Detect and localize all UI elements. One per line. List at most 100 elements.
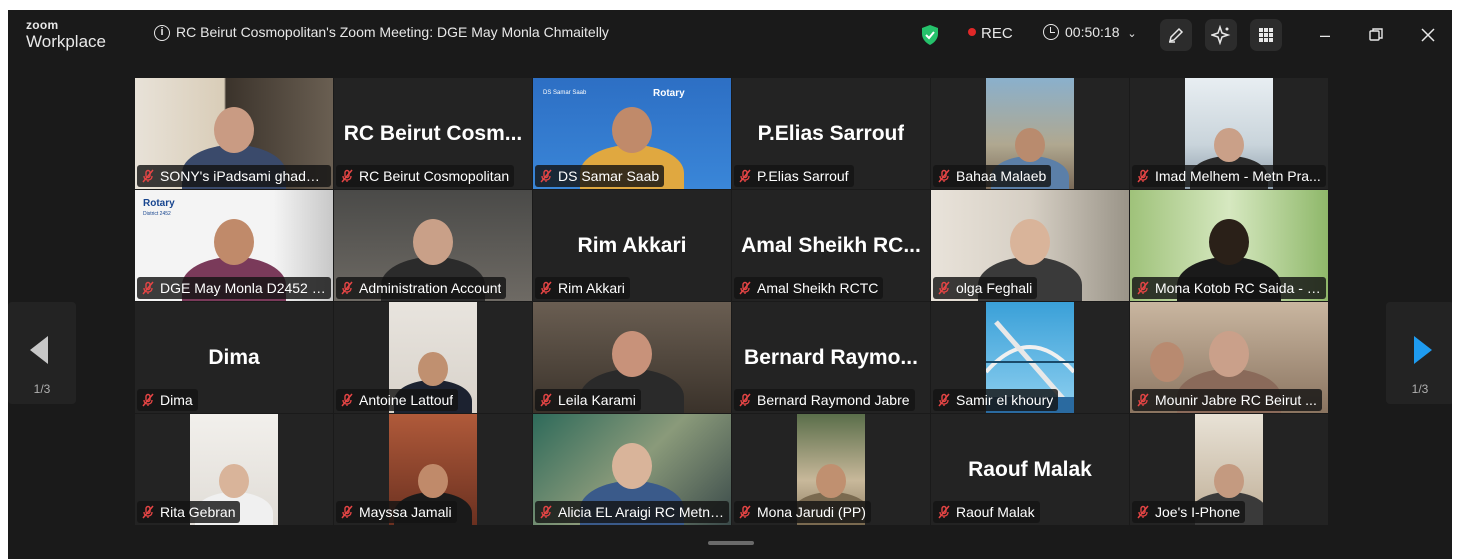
participant-name-tag: Leila Karami: [535, 389, 641, 411]
muted-mic-icon: [938, 281, 950, 295]
participant-tile[interactable]: Rita Gebran: [135, 414, 333, 525]
participant-name-tag: P.Elias Sarrouf: [734, 165, 854, 187]
participant-tile[interactable]: Mona Jarudi (PP): [732, 414, 930, 525]
participant-tile[interactable]: Rim Akkari Rim Akkari: [533, 190, 731, 301]
info-icon[interactable]: i: [154, 25, 170, 41]
muted-mic-icon: [938, 393, 950, 407]
next-page-button[interactable]: 1/3: [1386, 302, 1452, 404]
ai-companion-button[interactable]: [1205, 19, 1237, 51]
participant-name-tag: DS Samar Saab: [535, 165, 665, 187]
participant-name-tag: Raouf Malak: [933, 501, 1040, 523]
participant-name: Amal Sheikh RCTC: [757, 280, 879, 296]
drag-handle[interactable]: [708, 541, 754, 545]
participant-tile[interactable]: SONY's iPadsami ghaddar: [135, 78, 333, 189]
participant-name: P.Elias Sarrouf: [757, 168, 849, 184]
participant-tile[interactable]: Imad Melhem - Metn Pra...: [1130, 78, 1328, 189]
person-head: [418, 463, 448, 498]
participant-name: RC Beirut Cosmopolitan: [359, 168, 510, 184]
muted-mic-icon: [938, 169, 950, 183]
participant-name: Administration Account: [359, 280, 502, 296]
muted-mic-icon: [341, 393, 353, 407]
zoom-window: zoom Workplace i RC Beirut Cosmopolitan'…: [8, 10, 1452, 559]
participant-tile[interactable]: Bernard Raymo... Bernard Raymond Jabre: [732, 302, 930, 413]
participant-name-tag: SONY's iPadsami ghaddar: [137, 165, 331, 187]
chevron-down-icon: ⌄: [1127, 28, 1137, 40]
person-head: [1214, 463, 1244, 498]
participant-tile[interactable]: Rotary DS Samar Saab DS Samar Saab: [533, 78, 731, 189]
recording-indicator[interactable]: REC: [968, 25, 1013, 42]
participant-name: Raouf Malak: [956, 504, 1035, 520]
participant-tile[interactable]: RC Beirut Cosm... RC Beirut Cosmopolitan: [334, 78, 532, 189]
participant-tile[interactable]: Mounir Jabre RC Beirut ...: [1130, 302, 1328, 413]
close-button[interactable]: [1413, 22, 1443, 48]
participant-tile[interactable]: Bahaa Malaeb: [931, 78, 1129, 189]
meeting-title: RC Beirut Cosmopolitan's Zoom Meeting: D…: [176, 24, 609, 40]
person-head: [214, 219, 254, 265]
participant-tile[interactable]: Raouf Malak Raouf Malak: [931, 414, 1129, 525]
rotary-logo-text: Rotary: [143, 198, 175, 209]
restore-button[interactable]: [1361, 22, 1391, 48]
muted-mic-icon: [1137, 393, 1149, 407]
person-head: [418, 351, 448, 386]
participant-tile[interactable]: Leila Karami: [533, 302, 731, 413]
shield-icon[interactable]: [920, 24, 940, 46]
participant-name-tag: Mona Kotob RC Saida - L...: [1132, 277, 1326, 299]
participant-name: Rim Akkari: [558, 280, 625, 296]
participant-tile[interactable]: Mayssa Jamali: [334, 414, 532, 525]
person-head: [219, 463, 249, 498]
muted-mic-icon: [341, 169, 353, 183]
participant-name-tag: Rim Akkari: [535, 277, 630, 299]
participant-tile[interactable]: Dima Dima: [135, 302, 333, 413]
participant-tile[interactable]: Administration Account: [334, 190, 532, 301]
person-head: [1150, 342, 1184, 382]
muted-mic-icon: [1137, 281, 1149, 295]
virtual-bg-caption: DS Samar Saab: [543, 90, 587, 96]
display-name-text: Dima: [208, 345, 260, 369]
display-name-text: Raouf Malak: [968, 457, 1092, 481]
previous-page-button[interactable]: 1/3: [8, 302, 76, 404]
annotate-pen-button[interactable]: [1160, 19, 1192, 51]
participant-tile[interactable]: Mona Kotob RC Saida - L...: [1130, 190, 1328, 301]
muted-mic-icon: [540, 505, 552, 519]
muted-mic-icon: [142, 281, 154, 295]
participant-tile[interactable]: P.Elias Sarrouf P.Elias Sarrouf: [732, 78, 930, 189]
participant-tile[interactable]: Antoine Lattouf: [334, 302, 532, 413]
district-caption: District 2452: [143, 211, 171, 217]
muted-mic-icon: [341, 505, 353, 519]
participant-name-tag: Dima: [137, 389, 198, 411]
muted-mic-icon: [938, 505, 950, 519]
participant-name: DS Samar Saab: [558, 168, 660, 184]
gallery-view-button[interactable]: [1250, 19, 1282, 51]
participant-name: DGE May Monla D2452 Leba...: [160, 280, 326, 296]
participant-tile[interactable]: Samir el khoury: [931, 302, 1129, 413]
meeting-timer[interactable]: 00:50:18 ⌄: [1043, 24, 1137, 40]
rotary-logo-text: Rotary: [653, 88, 685, 99]
muted-mic-icon: [739, 281, 751, 295]
participant-name-tag: Antoine Lattouf: [336, 389, 459, 411]
participant-name: SONY's iPadsami ghaddar: [160, 168, 326, 184]
participant-name-tag: Mona Jarudi (PP): [734, 501, 871, 523]
participant-name-tag: Bernard Raymond Jabre: [734, 389, 915, 411]
participant-tile[interactable]: Alicia EL Araigi RC Metn ...: [533, 414, 731, 525]
display-name-text: Bernard Raymo...: [744, 345, 918, 369]
person-head: [612, 107, 652, 153]
participant-tile[interactable]: olga Feghali: [931, 190, 1129, 301]
person-head: [1214, 127, 1244, 162]
participant-name: olga Feghali: [956, 280, 1033, 296]
participant-name: Imad Melhem - Metn Pra...: [1155, 168, 1321, 184]
page-indicator-right: 1/3: [1411, 382, 1429, 396]
brand-bottom: Workplace: [26, 32, 106, 51]
participant-tile[interactable]: Joe's I-Phone: [1130, 414, 1328, 525]
display-name-text: Rim Akkari: [577, 233, 687, 257]
participant-name-tag: Mounir Jabre RC Beirut ...: [1132, 389, 1322, 411]
participant-name-tag: Administration Account: [336, 277, 507, 299]
participant-name-tag: Joe's I-Phone: [1132, 501, 1246, 523]
participant-name-tag: Imad Melhem - Metn Pra...: [1132, 165, 1326, 187]
minimize-button[interactable]: –: [1310, 22, 1340, 48]
participant-name: Leila Karami: [558, 392, 636, 408]
grid-icon: [1259, 28, 1273, 42]
muted-mic-icon: [1137, 169, 1149, 183]
participant-tile[interactable]: Amal Sheikh RC... Amal Sheikh RCTC: [732, 190, 930, 301]
participant-tile[interactable]: Rotary District 2452 DGE May Monla D2452 L…: [135, 190, 333, 301]
person-head: [214, 107, 254, 153]
